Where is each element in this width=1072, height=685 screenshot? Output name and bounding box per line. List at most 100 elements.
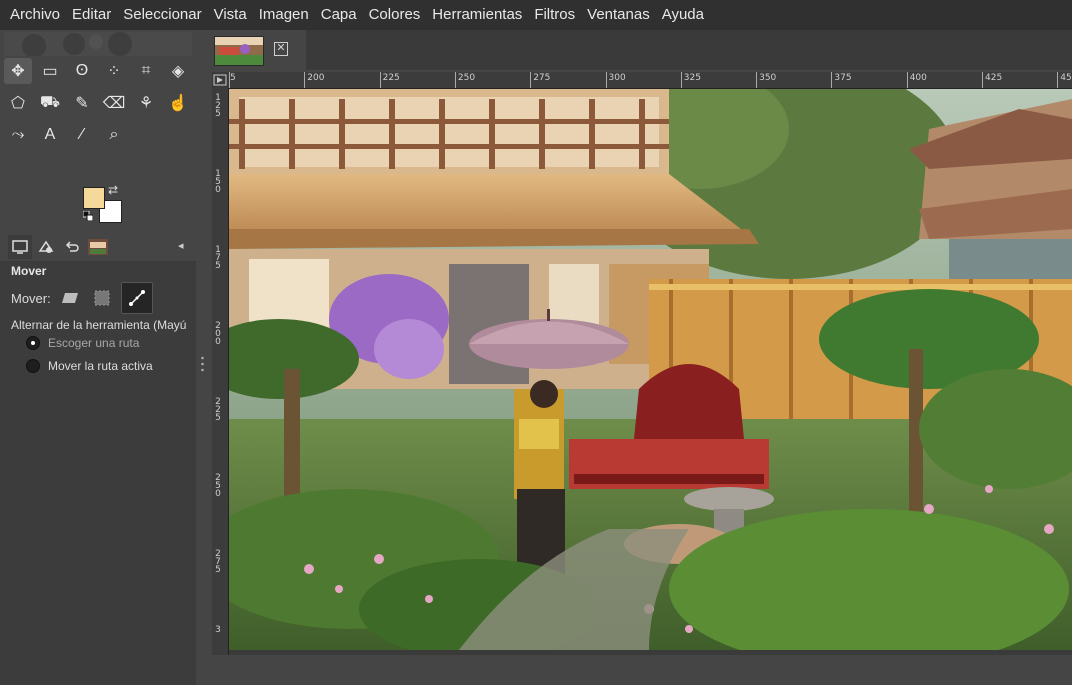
hruler-label: 5 — [230, 73, 236, 83]
tool-options-icon — [12, 240, 28, 254]
paintbrush-icon[interactable]: ✎ — [68, 90, 96, 116]
hruler-tick — [982, 72, 983, 88]
menu-ayuda[interactable]: Ayuda — [656, 0, 710, 30]
menu-ventanas[interactable]: Ventanas — [581, 0, 656, 30]
hruler-tick — [680, 72, 682, 88]
hruler-label: 400 — [909, 73, 927, 83]
hruler-label: 275 — [533, 73, 551, 83]
menubar: Archivo Editar Seleccionar Vista Imagen … — [0, 0, 1072, 30]
hruler-label: 250 — [457, 73, 476, 83]
undo-history-icon — [65, 241, 79, 252]
text-tool-icon[interactable]: A — [36, 122, 64, 148]
radio-move-active-path[interactable]: Mover la ruta activa — [26, 359, 153, 373]
menu-colores[interactable]: Colores — [363, 0, 427, 30]
hruler-tick — [454, 72, 456, 88]
vruler-label: 3 — [215, 625, 221, 635]
panel-divider[interactable] — [196, 30, 208, 655]
move-tool-icon[interactable]: ✥ — [4, 58, 32, 84]
swap-colors-icon[interactable]: ⇄ — [108, 183, 118, 197]
tab-images[interactable] — [86, 235, 110, 259]
image-thumbnail — [214, 36, 264, 66]
menu-filtros[interactable]: Filtros — [528, 0, 581, 30]
layer-icon — [61, 293, 78, 303]
smudge-icon[interactable]: ☝ — [164, 90, 192, 116]
wilber-drop-area[interactable] — [4, 32, 192, 56]
image-tab[interactable]: ✕ — [208, 30, 306, 70]
move-path-button[interactable] — [120, 282, 153, 314]
hruler-tick — [831, 72, 833, 88]
vruler-label: 200 — [215, 321, 221, 347]
hruler-label: 425 — [985, 73, 1003, 83]
vertical-ruler[interactable]: 125 150 175 200 225 250 275 3 — [212, 88, 229, 655]
tool-options-title: Mover — [11, 264, 47, 278]
tab-tool-options[interactable] — [8, 235, 32, 259]
hruler-tick — [906, 72, 908, 88]
move-selection-button[interactable] — [89, 285, 115, 311]
zoom-icon[interactable]: ⌕ — [100, 122, 128, 148]
lasso-icon[interactable]: ʘ — [68, 58, 96, 84]
warp-icon[interactable]: ⬠ — [4, 90, 32, 116]
radio-pick-path-label: Escoger una ruta — [48, 336, 140, 350]
menu-imagen[interactable]: Imagen — [253, 0, 315, 30]
hruler-tick — [1057, 72, 1059, 88]
default-colors-icon[interactable] — [83, 211, 93, 221]
radio-indicator-on — [26, 336, 40, 350]
menu-archivo[interactable]: Archivo — [0, 0, 66, 30]
tool-options-panel: Mover Mover: Alternar de la herramienta … — [0, 262, 196, 685]
horizontal-scrollbar[interactable] — [229, 650, 1072, 655]
toolbox-panel: ✥ ▭ ʘ ⁘ ⌗ ◈ ⬠ ⛟ ✎ ⌫ ⚘ ☝ ⤳ A ⁄ ⌕ ⇄ ◂ Mover Mover: — [0, 30, 200, 685]
menu-editar[interactable]: Editar — [66, 0, 117, 30]
resize-grip-icon[interactable] — [201, 356, 204, 372]
hruler-tick — [229, 72, 230, 88]
fuzzy-select-icon[interactable]: ⁘ — [100, 58, 128, 84]
close-tab-icon[interactable]: ✕ — [274, 42, 288, 56]
crop-icon[interactable]: ⌗ — [132, 58, 160, 84]
hruler-tick — [379, 72, 381, 88]
menu-capa[interactable]: Capa — [315, 0, 363, 30]
tab-undo-history[interactable] — [60, 235, 84, 259]
move-layer-button[interactable] — [57, 285, 83, 311]
eraser-icon[interactable]: ⌫ — [100, 90, 128, 116]
hruler-label: 225 — [382, 73, 400, 83]
hruler-tick — [756, 72, 758, 88]
vruler-label: 275 — [215, 549, 221, 575]
hruler-label: 200 — [307, 73, 325, 83]
radio-move-active-path-label: Mover la ruta activa — [48, 359, 153, 373]
move-mode-row: Mover: — [11, 282, 159, 314]
clone-icon[interactable]: ⚘ — [132, 90, 160, 116]
image-tab-strip: ✕ — [208, 30, 1072, 70]
menu-seleccionar[interactable]: Seleccionar — [117, 0, 207, 30]
rect-select-icon[interactable]: ▭ — [36, 58, 64, 84]
foreground-color-swatch[interactable] — [83, 187, 105, 209]
vruler-label: 175 — [215, 245, 221, 271]
color-picker-icon[interactable]: ⁄ — [68, 122, 96, 148]
menu-vista[interactable]: Vista — [208, 0, 253, 30]
paths-icon[interactable]: ⤳ — [4, 122, 32, 148]
horizontal-ruler[interactable]: 5 200 225 250 275 300 325 350 375 400 425 450 — [228, 72, 1072, 89]
selection-icon — [94, 290, 110, 306]
hruler-tick — [304, 72, 306, 88]
images-icon — [88, 239, 108, 255]
tab-device-status[interactable] — [34, 235, 58, 259]
bucket-fill-icon[interactable]: ⛟ — [36, 90, 64, 116]
vruler-label: 150 — [215, 169, 221, 195]
move-mode-label: Mover: — [11, 290, 51, 306]
dock-menu-icon[interactable]: ◂ — [178, 239, 184, 252]
radio-indicator-off — [26, 359, 40, 373]
vruler-label: 250 — [215, 473, 221, 499]
hruler-label: 450 — [1060, 73, 1072, 83]
tool-toggle-label: Alternar de la herramienta (Mayú — [11, 318, 187, 332]
radio-pick-path[interactable]: Escoger una ruta — [26, 336, 139, 350]
hruler-tick — [605, 72, 607, 88]
hruler-label: 350 — [759, 73, 777, 83]
transform-icon[interactable]: ◈ — [164, 58, 192, 84]
image-canvas[interactable] — [229, 89, 1072, 650]
dock-tabs: ◂ — [0, 233, 200, 262]
hruler-label: 300 — [608, 73, 626, 83]
menu-herramientas[interactable]: Herramientas — [426, 0, 528, 30]
vruler-label: 225 — [215, 397, 221, 423]
hruler-label: 375 — [834, 73, 852, 83]
navigate-icon — [213, 74, 227, 86]
path-icon — [128, 290, 145, 306]
ruler-corner-button[interactable] — [212, 72, 228, 88]
